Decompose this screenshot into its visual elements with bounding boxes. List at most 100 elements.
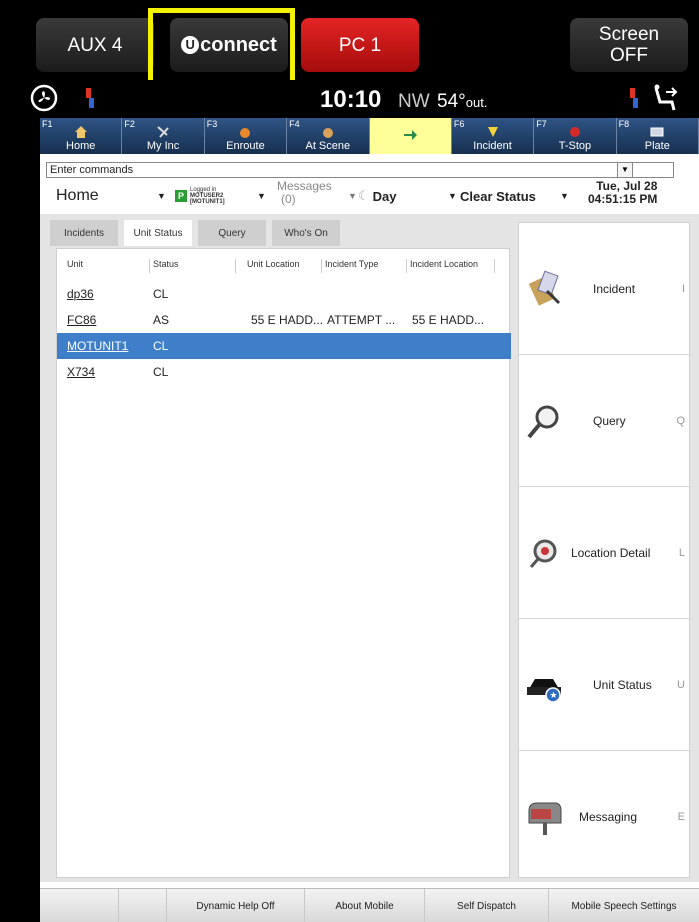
table-row-selected[interactable]: MOTUNIT1 CL — [57, 333, 511, 359]
screen-off-label: Screen OFF — [598, 24, 660, 66]
climate-status-bar: 10:10 NW 54°out. — [0, 80, 699, 118]
tab-whos-on[interactable]: Who's On — [272, 220, 340, 246]
enroute-icon — [240, 128, 251, 138]
unit-link[interactable]: MOTUNIT1 — [67, 333, 147, 359]
unit-status-cell: CL — [153, 365, 169, 379]
plate-icon — [650, 127, 664, 137]
uconnect-label: connect — [200, 33, 277, 56]
incident-icon — [487, 127, 498, 137]
messages-dropdown[interactable]: Messages (0) — [277, 180, 332, 212]
sidebar-label: Unit Status — [593, 677, 652, 692]
fkey-my-inc[interactable]: F2 My Inc — [122, 118, 205, 154]
unit-link[interactable]: dp36 — [67, 281, 147, 307]
table-row[interactable]: FC86 AS 55 E HADD... ATTEMPT ... 55 E HA… — [57, 307, 511, 333]
chevron-down-icon[interactable]: ▼ — [348, 180, 357, 212]
login-unit: [MOTUNIT1] — [190, 199, 225, 205]
action-sidebar: Incident I Query Q Location Detail L ★ U… — [518, 222, 691, 878]
command-dropdown-button[interactable]: ▼ — [617, 162, 633, 178]
speech-settings-button[interactable]: Mobile Speech Settings — [548, 889, 699, 922]
col-header-unit-location[interactable]: Unit Location — [247, 259, 300, 275]
moon-icon: ☾ — [358, 188, 370, 203]
svg-text:★: ★ — [550, 690, 558, 700]
fkey-enroute[interactable]: F3 Enroute — [204, 118, 288, 154]
screen-off-button[interactable]: Screen OFF — [570, 18, 688, 72]
function-key-bar: F1 Home F2 My Inc F3 Enroute F4 At Scene… — [40, 118, 699, 154]
self-dispatch-button[interactable]: Self Dispatch — [424, 889, 548, 922]
unit-link[interactable]: X734 — [67, 359, 147, 385]
fkey-incident[interactable]: F6 Incident — [451, 118, 535, 154]
chevron-down-icon[interactable]: ▼ — [157, 180, 166, 212]
fkey-label: T-Stop — [558, 140, 592, 152]
fkey-active-arrow[interactable] — [369, 118, 452, 154]
seat-airflow-icon[interactable] — [650, 84, 682, 114]
pc1-button[interactable]: PC 1 — [301, 18, 419, 72]
incident-type-cell: ATTEMPT ... — [327, 313, 396, 327]
date-time: Tue, Jul 28 04:51:15 PM — [588, 180, 657, 212]
time-text: 04:51:15 PM — [588, 192, 658, 206]
fkey-number: F6 — [453, 119, 465, 129]
chevron-down-icon[interactable]: ▼ — [448, 180, 457, 212]
column-divider — [321, 259, 322, 273]
fkey-home[interactable]: F1 Home — [40, 118, 123, 154]
sidebar-item-incident[interactable]: Incident I — [519, 223, 691, 355]
about-mobile-button[interactable]: About Mobile — [304, 889, 424, 922]
table-row[interactable]: dp36 CL — [57, 281, 511, 307]
tab-query[interactable]: Query — [198, 220, 266, 246]
sidebar-item-query[interactable]: Query Q — [519, 355, 691, 487]
fkey-at-scene[interactable]: F4 At Scene — [287, 118, 370, 154]
col-header-unit[interactable]: Unit — [67, 259, 83, 275]
driver-temp-icon[interactable] — [84, 88, 96, 110]
fan-icon[interactable] — [30, 84, 58, 112]
tab-incidents[interactable]: Incidents — [50, 220, 118, 246]
fkey-number: F1 — [42, 119, 53, 129]
fkey-plate[interactable]: F8 Plate — [616, 118, 699, 154]
col-header-status[interactable]: Status — [153, 259, 179, 275]
home-dropdown[interactable]: Home — [56, 180, 99, 212]
mobile-toolbar: Home ▼ P Logged in MOTUSER2 [MOTUNIT1] ▼… — [40, 180, 699, 212]
chevron-down-icon[interactable]: ▼ — [560, 180, 569, 212]
passenger-temp-icon[interactable] — [628, 88, 640, 110]
fkey-t-stop[interactable]: F7 T-Stop — [534, 118, 617, 154]
chevron-down-icon[interactable]: ▼ — [257, 180, 266, 212]
messages-count: (0) — [281, 192, 296, 206]
location-detail-icon — [529, 539, 557, 568]
col-header-incident-location[interactable]: Incident Location — [410, 259, 478, 275]
sidebar-label: Incident — [593, 281, 636, 296]
day-night-toggle[interactable]: ☾ Day — [358, 180, 397, 212]
unit-location-cell — [237, 359, 323, 385]
fkey-number: F4 — [289, 119, 300, 129]
unit-link[interactable]: FC86 — [67, 307, 147, 333]
dynamic-help-button[interactable]: Dynamic Help Off — [166, 889, 304, 922]
at-scene-icon — [322, 128, 333, 138]
login-status[interactable]: P Logged in MOTUSER2 [MOTUNIT1] — [175, 180, 225, 212]
aux-source-button[interactable]: AUX 4 — [36, 18, 154, 72]
sidebar-item-unit-status[interactable]: ★ Unit Status U — [519, 619, 691, 751]
fkey-label: Plate — [644, 140, 670, 152]
shortcut-key: E — [677, 811, 685, 823]
compass-heading: NW — [398, 91, 430, 112]
bottom-divider — [118, 889, 119, 922]
unit-location-cell — [237, 333, 323, 359]
magnifier-icon — [527, 405, 559, 438]
my-incident-icon — [157, 126, 169, 138]
tab-unit-status[interactable]: Unit Status — [124, 220, 192, 246]
incident-clipboard-icon — [528, 270, 561, 306]
incident-location-cell — [412, 333, 502, 359]
sidebar-item-messaging[interactable]: Messaging E — [519, 751, 691, 883]
clear-status-dropdown[interactable]: Clear Status — [460, 180, 536, 212]
table-row[interactable]: X734 CL — [57, 359, 511, 385]
incident-location-cell — [412, 281, 502, 307]
col-header-incident-type[interactable]: Incident Type — [325, 259, 378, 275]
fkey-number: F3 — [206, 119, 218, 129]
fkey-number: F8 — [618, 119, 630, 129]
sidebar-item-location-detail[interactable]: Location Detail L — [519, 487, 691, 619]
unit-status-list: Unit Status Unit Location Incident Type … — [56, 248, 511, 878]
command-input[interactable]: Enter commands — [46, 162, 674, 178]
mailbox-icon — [528, 802, 562, 835]
shortcut-key: Q — [676, 414, 685, 427]
uconnect-top-bar: AUX 4 U connect PC 1 Screen OFF — [0, 0, 699, 88]
unit-status-cell: CL — [153, 339, 169, 353]
shortcut-key: I — [681, 282, 685, 295]
uconnect-button[interactable]: U connect — [170, 18, 288, 72]
sidebar-label: Query — [593, 413, 626, 428]
